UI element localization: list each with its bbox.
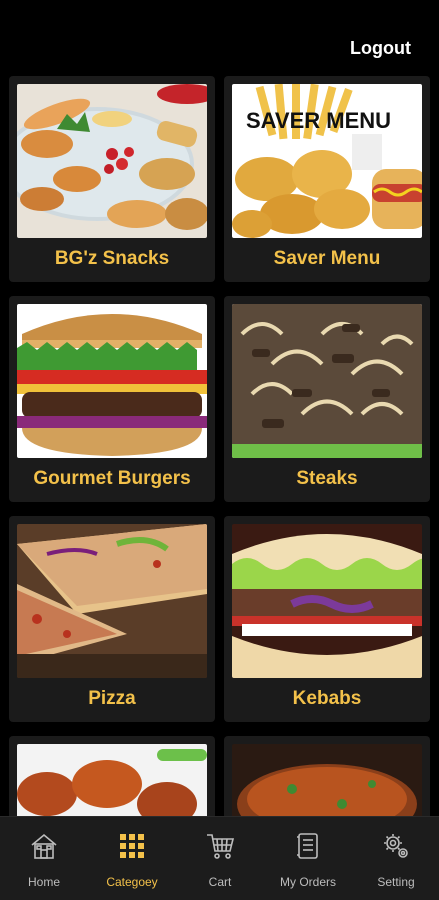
category-card-gourmet-burgers[interactable]: Gourmet Burgers [9, 296, 215, 502]
nav-label: Setting [377, 875, 415, 889]
nav-home[interactable]: Home [0, 817, 88, 900]
nav-category[interactable]: Categoey [88, 817, 176, 900]
top-bar: Logout [0, 0, 439, 72]
logout-button[interactable]: Logout [350, 38, 411, 59]
home-icon [29, 831, 59, 861]
category-label: BG'z Snacks [54, 248, 170, 269]
category-grid: BG'z Snacks SAVER MENU Saver Menu Gourme… [9, 76, 431, 816]
nav-label: Categoey [106, 875, 158, 889]
nav-cart[interactable]: Cart [176, 817, 264, 900]
category-image-wings [17, 744, 207, 816]
nav-my-orders[interactable]: My Orders [264, 817, 352, 900]
saver-menu-image-text: SAVER MENU [246, 108, 392, 133]
category-label: Pizza [88, 688, 136, 709]
category-card-kebabs[interactable]: Kebabs [224, 516, 430, 722]
category-image-snacks [17, 84, 207, 238]
category-label: Gourmet Burgers [33, 468, 191, 489]
gear-icon [381, 831, 411, 861]
category-image-kebabs [232, 524, 422, 678]
category-image-saver-menu: SAVER MENU [232, 84, 422, 238]
category-card-snacks[interactable]: BG'z Snacks [9, 76, 215, 282]
category-image-steaks [232, 304, 422, 458]
nav-label: My Orders [279, 875, 336, 889]
orders-icon [293, 831, 323, 861]
bottom-navigation: Home Categoey Cart My Orders Setting [0, 816, 439, 900]
category-card-curry[interactable] [224, 736, 430, 816]
category-label: Saver Menu [273, 248, 381, 269]
category-card-wings[interactable] [9, 736, 215, 816]
nav-setting[interactable]: Setting [352, 817, 439, 900]
cart-icon [205, 831, 235, 861]
category-image-burgers [17, 304, 207, 458]
nav-label: Cart [208, 875, 232, 889]
category-image-pizza [17, 524, 207, 678]
category-card-saver-menu[interactable]: SAVER MENU Saver Menu [224, 76, 430, 282]
nav-label: Home [27, 875, 60, 889]
category-label: Kebabs [292, 688, 362, 709]
category-card-steaks[interactable]: Steaks [224, 296, 430, 502]
category-image-curry [232, 744, 422, 816]
category-card-pizza[interactable]: Pizza [9, 516, 215, 722]
grid-icon [117, 831, 147, 861]
category-label: Steaks [296, 468, 358, 489]
